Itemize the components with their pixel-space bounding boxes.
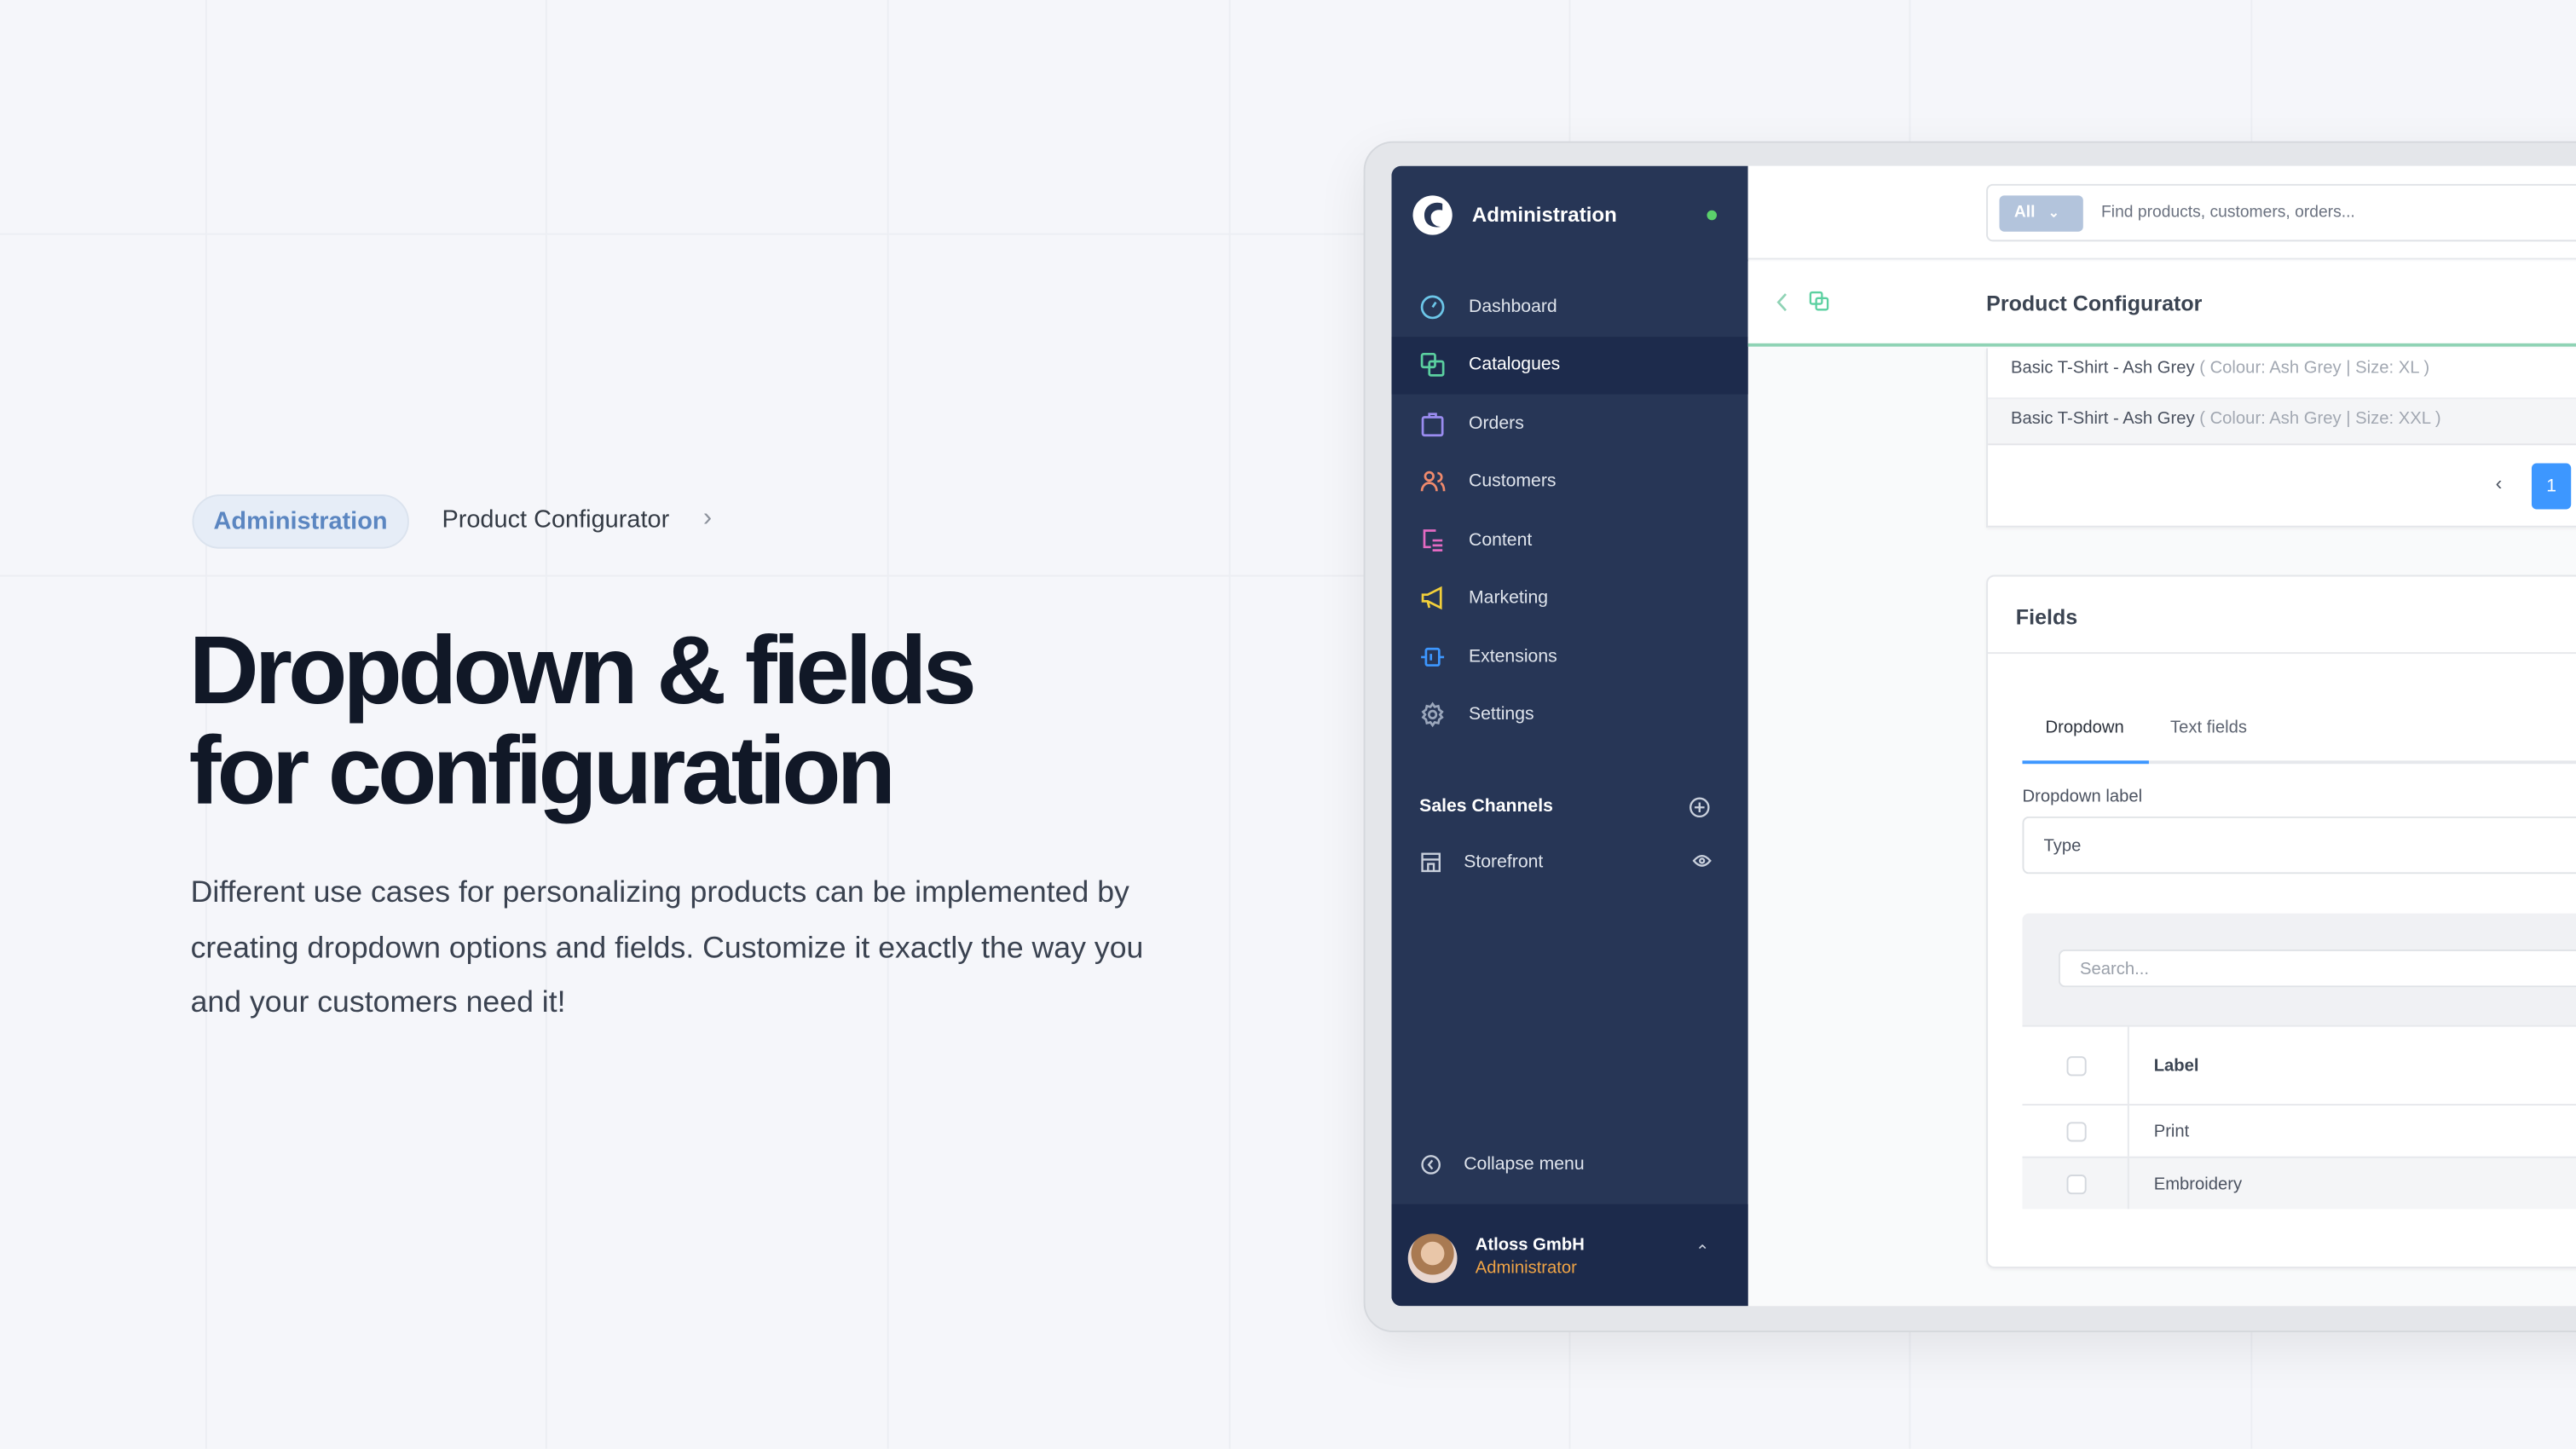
gauge-icon [1420, 294, 1445, 319]
options-grid: Search... Label Print Embroidery [2022, 913, 2576, 1209]
sidebar-item-label: Extensions [1469, 646, 1557, 667]
collapse-label: Collapse menu [1464, 1153, 1585, 1175]
sidebar-item-label: Content [1469, 529, 1533, 550]
search-input[interactable]: Find products, customers, orders... [2101, 204, 2355, 222]
sidebar-item-content[interactable]: Content [1391, 511, 1747, 568]
chevron-up-icon[interactable]: ⌃ [1695, 1244, 1709, 1261]
main-content: All ⌄ Find products, customers, orders...… [1747, 165, 2576, 1307]
avatar [1407, 1233, 1458, 1284]
sidebar-item-label: Dashboard [1469, 296, 1557, 317]
sidebar-item-label: Customers [1469, 471, 1557, 492]
sidebar-item-customers[interactable]: Customers [1391, 453, 1747, 510]
table-row[interactable]: Print [2022, 1104, 2576, 1157]
bag-icon [1421, 412, 1444, 436]
sidebar-item-label: Settings [1469, 704, 1534, 724]
sidebar: Administration Dashboard Catalogues Orders… [1391, 165, 1748, 1307]
plug-icon [1421, 646, 1445, 666]
hero-description: Different use cases for personalizing pr… [190, 874, 1144, 1019]
page: Administration Product Configurator › Dr… [0, 0, 2576, 1449]
collapse-menu-button[interactable]: Collapse menu [1391, 1135, 1747, 1192]
chevron-right-icon: › [702, 504, 713, 533]
tab-dropdown[interactable]: Dropdown [2045, 718, 2123, 737]
sidebar-item-marketing[interactable]: Marketing [1391, 569, 1747, 626]
global-search[interactable]: All ⌄ Find products, customers, orders... [1986, 183, 2576, 242]
top-bar: All ⌄ Find products, customers, orders... [1747, 165, 2576, 260]
status-indicator [1707, 210, 1718, 221]
brand-title: Administration [1471, 203, 1617, 227]
add-circle-icon[interactable] [1689, 797, 1710, 818]
tab-text-fields[interactable]: Text fields [2170, 718, 2247, 737]
variants-card: Basic T-Shirt - Ash Grey ( Colour: Ash G… [1986, 348, 2576, 528]
chevron-down-icon: ⌄ [2048, 205, 2059, 221]
variant-options: ( Colour: Ash Grey | Size: XXL ) [2199, 408, 2441, 430]
select-all-checkbox[interactable] [2066, 1056, 2087, 1077]
hero-title: Dropdown & fields for configuration [188, 615, 977, 825]
catalogue-icon [1809, 291, 1829, 311]
users-icon [1420, 470, 1446, 492]
eye-icon[interactable] [1692, 852, 1712, 869]
variant-row[interactable]: Basic T-Shirt - Ash Grey ( Colour: Ash G… [1988, 349, 2576, 396]
table-header: Label [2022, 1025, 2576, 1105]
fields-title: Fields [2015, 604, 2078, 630]
dropdown-label-caption: Dropdown label [2022, 787, 2143, 807]
catalogue-icon [1420, 352, 1445, 377]
variant-options: ( Colour: Ash Grey | Size: XL ) [2199, 358, 2430, 378]
breadcrumb-administration[interactable]: Administration [192, 494, 409, 549]
back-icon[interactable] [1776, 292, 1788, 312]
admin-window: Administration Dashboard Catalogues Orders… [1391, 165, 2576, 1307]
options-search-input[interactable]: Search... [2058, 949, 2576, 988]
content-icon [1423, 528, 1443, 551]
megaphone-icon [1421, 586, 1442, 610]
sales-channels-heading: Sales Channels [1419, 796, 1553, 817]
sidebar-item-label: Marketing [1469, 587, 1549, 609]
sidebar-item-label: Catalogues [1469, 355, 1561, 375]
sidebar-item-catalogues[interactable]: Catalogues [1391, 336, 1748, 394]
page-title: Product Configurator [1986, 291, 2203, 316]
row-label: Embroidery [2153, 1175, 2243, 1195]
sidebar-item-dashboard[interactable]: Dashboard [1391, 278, 1747, 335]
row-checkbox[interactable] [2066, 1175, 2087, 1195]
user-name: Atloss GmbH [1475, 1235, 1585, 1256]
dropdown-label-input[interactable]: Type [2022, 816, 2576, 875]
chevron-left-circle-icon [1421, 1154, 1441, 1174]
shopware-logo-icon [1412, 195, 1453, 235]
active-tab-indicator [2022, 760, 2149, 765]
row-label: Print [2153, 1122, 2190, 1142]
user-menu[interactable]: Atloss GmbH Administrator ⌃ [1391, 1204, 1748, 1307]
sidebar-item-label: Orders [1469, 413, 1524, 433]
column-header-label[interactable]: Label [2154, 1056, 2199, 1076]
fields-card: Fields Dropdown Text fields Dropdown lab… [1986, 574, 2576, 1268]
breadcrumb-product-configurator[interactable]: Product Configurator [442, 506, 669, 534]
page-header: Product Configurator [1747, 261, 2576, 347]
pagination-page-1[interactable]: 1 [2531, 463, 2572, 510]
search-filter-dropdown[interactable]: All ⌄ [1999, 195, 2083, 232]
sidebar-item-label: Storefront [1464, 852, 1544, 872]
variant-name: Basic T-Shirt - Ash Grey [2011, 408, 2195, 430]
sidebar-item-settings[interactable]: Settings [1391, 686, 1747, 743]
storefront-icon [1421, 852, 1441, 872]
variant-name: Basic T-Shirt - Ash Grey [2011, 358, 2195, 378]
user-role: Administrator [1475, 1258, 1577, 1279]
row-checkbox[interactable] [2066, 1122, 2087, 1142]
variant-row[interactable]: Basic T-Shirt - Ash Grey ( Colour: Ash G… [1988, 397, 2576, 446]
sidebar-item-orders[interactable]: Orders [1391, 395, 1747, 452]
pagination-prev[interactable]: ‹ [2496, 471, 2503, 494]
table-row[interactable]: Embroidery [2022, 1156, 2576, 1209]
gear-icon [1421, 701, 1444, 728]
sidebar-item-extensions[interactable]: Extensions [1391, 627, 1747, 684]
